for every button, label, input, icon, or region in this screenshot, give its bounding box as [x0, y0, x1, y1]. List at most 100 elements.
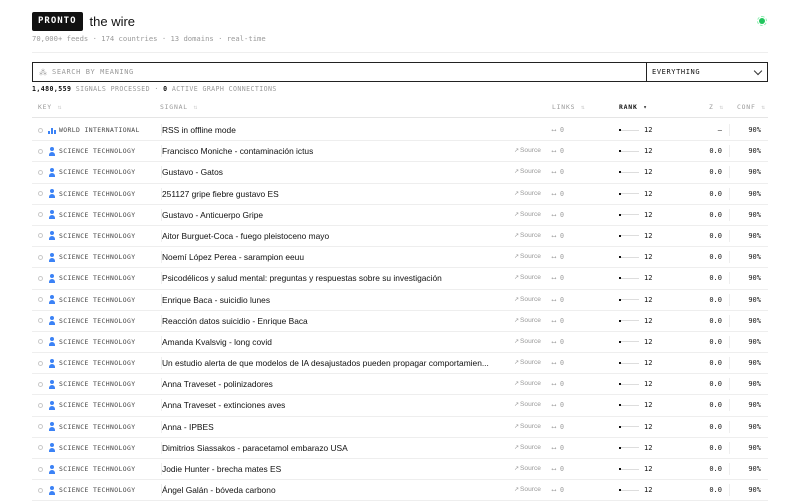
links-count[interactable]: ⟷ 0 — [552, 247, 578, 267]
signal-title[interactable]: Un estudio alerta de que modelos de IA d… — [162, 353, 512, 373]
conf-value: 90% — [748, 337, 761, 346]
source-link[interactable]: ↗Source — [514, 480, 546, 500]
z-value: 0.0 — [709, 147, 722, 156]
signal-title[interactable]: RSS in offline mode — [162, 120, 512, 140]
signal-title[interactable]: Noemí López Perea - sarampion eeuu — [162, 247, 512, 267]
logo[interactable]: PRONTO — [32, 12, 83, 31]
source-label: Source — [520, 443, 541, 451]
column-header-key[interactable]: KEY ⇅ — [38, 103, 62, 111]
conf-value: 90% — [748, 380, 761, 389]
table-row[interactable]: SCIENCE TECHNOLOGY Anna Traveset - extinc… — [32, 395, 768, 417]
links-count[interactable]: ⟷ 0 — [552, 395, 578, 415]
column-header-conf[interactable]: CONF ⇅ — [737, 103, 766, 111]
table-row[interactable]: SCIENCE TECHNOLOGY Un estudio alerta de q… — [32, 353, 768, 375]
source-link[interactable]: ↗Source — [514, 268, 546, 288]
table-row[interactable]: SCIENCE TECHNOLOGY Dimitrios Siassakos - … — [32, 438, 768, 459]
page-subtitle: 70,000+ feeds · 174 countries · 13 domai… — [32, 34, 266, 43]
table-row[interactable]: SCIENCE TECHNOLOGY Reacción datos suicidi… — [32, 311, 768, 332]
table-row[interactable]: SCIENCE TECHNOLOGY Anna Traveset - polini… — [32, 374, 768, 396]
source-link[interactable]: ↗Source — [514, 141, 546, 161]
rank-value: 12 — [644, 316, 653, 325]
column-header-rank[interactable]: RANK ▾ — [619, 103, 648, 111]
status-dot-icon — [38, 402, 43, 408]
signal-title[interactable]: Gustavo - Gatos — [162, 162, 512, 182]
links-count[interactable]: ⟷ 0 — [552, 226, 578, 246]
source-link[interactable]: ↗Source — [514, 438, 546, 458]
signal-title[interactable]: Anna Traveset - polinizadores — [162, 374, 512, 394]
signals-count: 1,480,559 — [32, 85, 72, 93]
table-row[interactable]: SCIENCE TECHNOLOGY Aitor Burguet-Coca - f… — [32, 226, 768, 248]
signal-title[interactable]: Anna Traveset - extinciones aves — [162, 395, 512, 415]
signal-title[interactable]: Amanda Kvalsvig - long covid — [162, 332, 512, 352]
links-count[interactable]: ⟷ 0 — [552, 141, 578, 161]
rank-cell: 12 — [619, 480, 669, 500]
links-count[interactable]: ⟷ 0 — [552, 374, 578, 394]
key-label: SCIENCE TECHNOLOGY — [59, 465, 136, 473]
search-input[interactable] — [52, 68, 646, 76]
rank-cell: 12 — [619, 184, 669, 204]
source-link[interactable]: ↗Source — [514, 247, 546, 267]
person-icon — [48, 358, 56, 368]
links-count[interactable]: ⟷ 0 — [552, 120, 578, 140]
scope-select[interactable]: EVERYTHING — [646, 63, 767, 81]
links-count[interactable]: ⟷ 0 — [552, 417, 578, 437]
signal-title[interactable]: Francisco Moniche - contaminación ictus — [162, 141, 512, 161]
column-header-rank-label: RANK — [619, 103, 638, 111]
table-row[interactable]: SCIENCE TECHNOLOGY Enrique Baca - suicidi… — [32, 290, 768, 311]
signal-title[interactable]: 251127 gripe fiebre gustavo ES — [162, 184, 512, 204]
source-link[interactable]: ↗Source — [514, 184, 546, 204]
source-link[interactable]: ↗Source — [514, 162, 546, 182]
source-link[interactable]: ↗Source — [514, 290, 546, 310]
signal-title[interactable]: Jodie Hunter - brecha mates ES — [162, 459, 512, 479]
links-count[interactable]: ⟷ 0 — [552, 353, 578, 373]
signal-title[interactable]: Aitor Burguet-Coca - fuego pleistoceno m… — [162, 226, 512, 246]
source-link[interactable]: ↗Source — [514, 395, 546, 415]
key-label: SCIENCE TECHNOLOGY — [59, 337, 136, 346]
links-count[interactable]: ⟷ 0 — [552, 438, 578, 458]
source-link[interactable]: ↗Source — [514, 459, 546, 479]
signal-title[interactable]: Gustavo - Anticuerpo Gripe — [162, 205, 512, 225]
links-count[interactable]: ⟷ 0 — [552, 205, 578, 225]
links-count[interactable]: ⟷ 0 — [552, 290, 578, 310]
source-link[interactable]: ↗Source — [514, 353, 546, 373]
table-row[interactable]: SCIENCE TECHNOLOGY Amanda Kvalsvig - long… — [32, 332, 768, 354]
table-row[interactable]: SCIENCE TECHNOLOGY Gustavo - Anticuerpo G… — [32, 205, 768, 226]
column-header-z[interactable]: Z ⇅ — [709, 103, 724, 111]
z-value: 0.0 — [709, 189, 722, 198]
links-count[interactable]: ⟷ 0 — [552, 184, 578, 204]
column-header-signal[interactable]: SIGNAL ⇅ — [160, 103, 198, 111]
source-link[interactable]: ↗Source — [514, 417, 546, 437]
signal-title[interactable]: Anna - IPBES — [162, 417, 512, 437]
table-row[interactable]: SCIENCE TECHNOLOGY Francisco Moniche - co… — [32, 141, 768, 163]
source-link[interactable]: ↗Source — [514, 332, 546, 352]
source-link[interactable]: ↗Source — [514, 311, 546, 331]
table-row[interactable]: WORLD INTERNATIONAL RSS in offline mode ⟷ … — [32, 120, 768, 142]
source-link[interactable]: ↗Source — [514, 226, 546, 246]
table-row[interactable]: SCIENCE TECHNOLOGY Noemí López Perea - sa… — [32, 247, 768, 269]
table-row[interactable]: SCIENCE TECHNOLOGY Gustavo - Gatos ↗Source… — [32, 162, 768, 184]
links-count[interactable]: ⟷ 0 — [552, 268, 578, 288]
signal-title[interactable]: Reacción datos suicidio - Enrique Baca — [162, 311, 512, 331]
source-link[interactable]: ↗Source — [514, 374, 546, 394]
links-count[interactable]: ⟷ 0 — [552, 311, 578, 331]
links-count[interactable]: ⟷ 0 — [552, 480, 578, 500]
table-row[interactable]: SCIENCE TECHNOLOGY 251127 gripe fiebre gu… — [32, 184, 768, 205]
table-row[interactable]: SCIENCE TECHNOLOGY Jodie Hunter - brecha … — [32, 459, 768, 481]
links-count[interactable]: ⟷ 0 — [552, 459, 578, 479]
table-row[interactable]: SCIENCE TECHNOLOGY Ángel Galán - bóveda c… — [32, 480, 768, 501]
key-cell: SCIENCE TECHNOLOGY — [38, 247, 163, 267]
links-count[interactable]: ⟷ 0 — [552, 332, 578, 352]
source-label: Source — [520, 337, 541, 345]
signal-title[interactable]: Enrique Baca - suicidio lunes — [162, 290, 512, 310]
source-link[interactable]: ↗Source — [514, 205, 546, 225]
signal-title[interactable]: Dimitrios Siassakos - paracetamol embara… — [162, 438, 512, 458]
column-header-links[interactable]: LINKS ⇅ — [552, 103, 585, 111]
live-pulse-icon[interactable] — [757, 16, 767, 26]
search-field[interactable]: ⁂ — [33, 63, 646, 81]
signal-title[interactable]: Psicodélicos y salud mental: preguntas y… — [162, 268, 512, 288]
table-row[interactable]: SCIENCE TECHNOLOGY Psicodélicos y salud m… — [32, 268, 768, 290]
links-count[interactable]: ⟷ 0 — [552, 162, 578, 182]
table-row[interactable]: SCIENCE TECHNOLOGY Anna - IPBES ↗Source ⟷ 0… — [32, 417, 768, 438]
key-label: SCIENCE TECHNOLOGY — [59, 422, 136, 431]
signal-title[interactable]: Ángel Galán - bóveda carbono — [162, 480, 512, 500]
